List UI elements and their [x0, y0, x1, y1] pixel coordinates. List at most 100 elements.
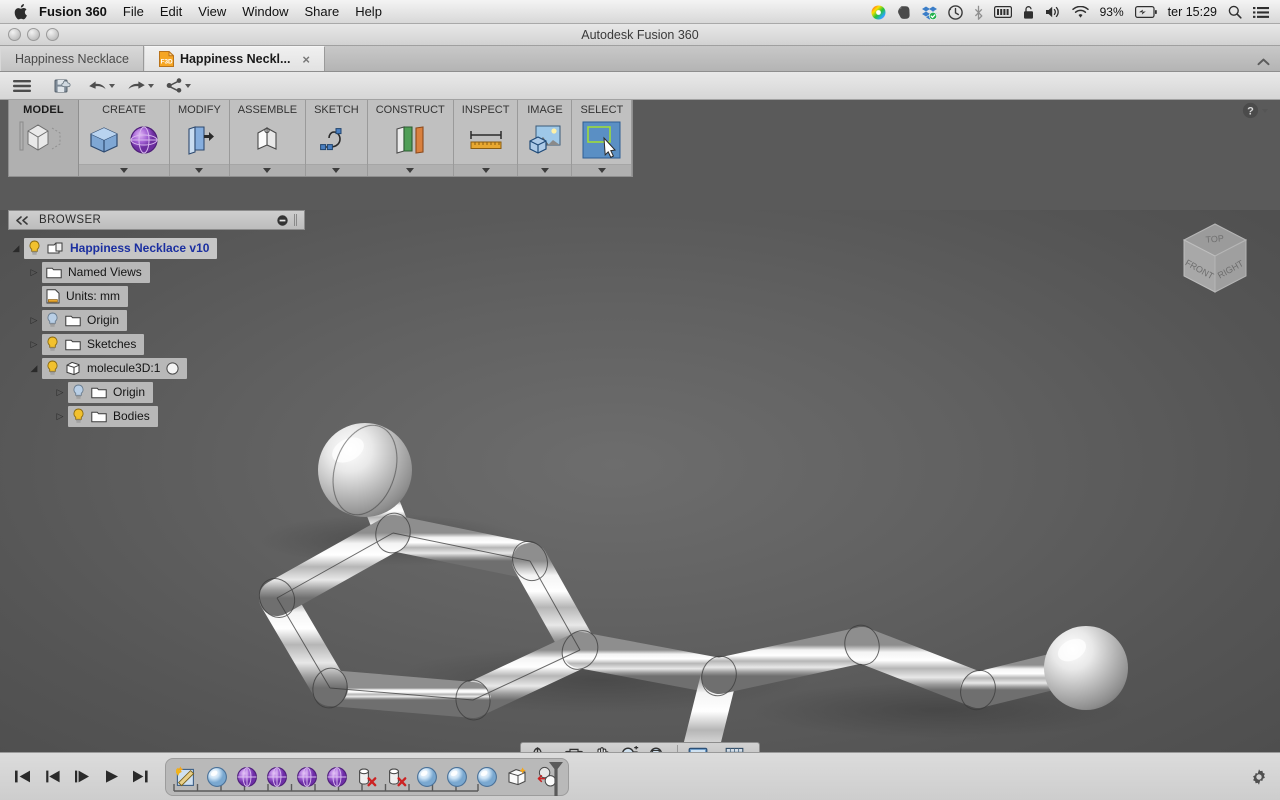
panel-dropdown[interactable] [572, 164, 632, 176]
delete-feature-1[interactable] [356, 766, 378, 788]
chevron-up-icon[interactable] [1257, 58, 1270, 66]
chevron-down-icon[interactable] [1262, 108, 1268, 113]
help-button[interactable]: ? [1242, 102, 1268, 119]
close-icon[interactable]: × [302, 52, 310, 67]
timeline-marker-icon[interactable] [548, 761, 564, 797]
sphere-feature-4[interactable] [296, 766, 318, 788]
sphere-feature-6[interactable] [416, 766, 438, 788]
panel-dropdown[interactable] [453, 164, 518, 176]
expander-icon[interactable]: ▷ [26, 339, 42, 350]
window-controls[interactable] [8, 28, 59, 41]
close-button[interactable] [8, 28, 21, 41]
sphere-icon[interactable] [127, 123, 161, 157]
sphere-feature-8[interactable] [476, 766, 498, 788]
minimize-button[interactable] [27, 28, 40, 41]
select-arrow-icon[interactable] [582, 121, 621, 159]
menu-app-name[interactable]: Fusion 360 [39, 4, 107, 19]
time-machine-icon[interactable] [947, 4, 963, 20]
sketch-feature[interactable] [176, 765, 198, 788]
joint-icon[interactable] [250, 123, 284, 157]
delete-feature-2[interactable] [386, 766, 408, 788]
redo-button[interactable] [127, 79, 154, 93]
tree-item-molecule3d[interactable]: ◢ molecule3D:1 [8, 356, 305, 380]
skip-forward-icon[interactable] [132, 769, 149, 784]
tree-item-units[interactable]: Units: mm [8, 284, 305, 308]
bluetooth-icon[interactable] [974, 5, 983, 20]
battery-icon[interactable] [1134, 6, 1157, 18]
spline-icon[interactable] [319, 125, 353, 155]
light-bulb-icon[interactable] [46, 360, 59, 376]
press-pull-icon[interactable] [182, 123, 216, 157]
sketch-on-face-feature[interactable] [506, 766, 528, 788]
tree-item-component-origin[interactable]: ▷ Origin [8, 380, 305, 404]
sphere-feature-3[interactable] [266, 766, 288, 788]
expander-icon[interactable]: ▷ [52, 411, 68, 422]
menu-edit[interactable]: Edit [160, 4, 182, 19]
tab-happiness-necklace-2[interactable]: F3D Happiness Neckl... × [143, 46, 326, 71]
light-bulb-icon[interactable] [28, 240, 41, 256]
tree-item-bodies[interactable]: ▷ Bodies [8, 404, 305, 428]
menu-button[interactable] [12, 79, 32, 93]
wifi-icon[interactable] [1071, 5, 1089, 19]
step-forward-icon[interactable] [74, 769, 91, 784]
chevron-down-icon[interactable] [185, 83, 191, 88]
play-icon[interactable] [104, 769, 119, 784]
panel-dropdown[interactable] [229, 164, 306, 176]
expander-icon[interactable]: ▷ [52, 387, 68, 398]
tree-item-origin[interactable]: ▷ Origin [8, 308, 305, 332]
chevron-down-icon[interactable] [148, 83, 154, 88]
tab-happiness-necklace-1[interactable]: Happiness Necklace [0, 46, 144, 71]
chevron-down-icon[interactable] [109, 83, 115, 88]
share-button[interactable] [166, 78, 191, 93]
sphere-feature-5[interactable] [326, 766, 348, 788]
search-icon[interactable] [1228, 5, 1242, 19]
light-bulb-icon[interactable] [72, 384, 85, 400]
circle-icon[interactable] [166, 361, 179, 375]
workspace-selector[interactable]: MODEL [9, 100, 79, 176]
menu-file[interactable]: File [123, 4, 144, 19]
skip-back-icon[interactable] [14, 769, 31, 784]
menu-view[interactable]: View [198, 4, 226, 19]
apple-icon[interactable] [14, 3, 27, 20]
sphere-feature-7[interactable] [446, 766, 468, 788]
expander-icon[interactable]: ▷ [26, 267, 42, 278]
battery-box-icon[interactable] [993, 6, 1012, 18]
minus-circle-icon[interactable] [277, 214, 288, 226]
step-back-icon[interactable] [44, 769, 61, 784]
panel-dropdown[interactable] [518, 164, 572, 176]
view-cube[interactable]: TOP FRONT RIGHT [1170, 214, 1260, 302]
tree-item-named-views[interactable]: ▷ Named Views [8, 260, 305, 284]
undo-button[interactable] [88, 79, 115, 93]
expander-icon[interactable]: ◢ [26, 363, 42, 374]
sphere-feature-2[interactable] [236, 766, 258, 788]
measure-icon[interactable] [468, 125, 504, 155]
volume-icon[interactable] [1045, 5, 1061, 19]
light-bulb-icon[interactable] [46, 312, 59, 328]
dropbox-icon[interactable] [921, 5, 937, 20]
resize-handle-icon[interactable] [293, 214, 298, 226]
expander-icon[interactable]: ◢ [8, 243, 24, 254]
evernote-icon[interactable] [897, 5, 911, 20]
panel-dropdown[interactable] [170, 164, 229, 176]
box-icon[interactable] [87, 123, 121, 157]
tree-item-happiness-necklace[interactable]: ◢ Happiness Necklace v10 [8, 236, 305, 260]
color-wheel-icon[interactable] [871, 5, 886, 20]
timeline-track[interactable] [165, 757, 569, 797]
clock[interactable]: ter 15:29 [1168, 5, 1217, 19]
chevrons-left-icon[interactable] [15, 215, 29, 225]
canvas-icon[interactable] [528, 124, 562, 156]
gear-icon[interactable] [1250, 768, 1268, 786]
light-bulb-icon[interactable] [46, 336, 59, 352]
offset-plane-icon[interactable] [392, 123, 428, 157]
zoom-button[interactable] [46, 28, 59, 41]
menu-share[interactable]: Share [304, 4, 339, 19]
menu-window[interactable]: Window [242, 4, 288, 19]
expander-icon[interactable]: ▷ [26, 315, 42, 326]
tree-item-sketches[interactable]: ▷ Sketches [8, 332, 305, 356]
light-bulb-icon[interactable] [72, 408, 85, 424]
lock-icon[interactable] [1023, 5, 1034, 20]
panel-dropdown[interactable] [306, 164, 367, 176]
save-button[interactable] [54, 78, 72, 94]
panel-dropdown[interactable] [367, 164, 453, 176]
menu-help[interactable]: Help [355, 4, 382, 19]
